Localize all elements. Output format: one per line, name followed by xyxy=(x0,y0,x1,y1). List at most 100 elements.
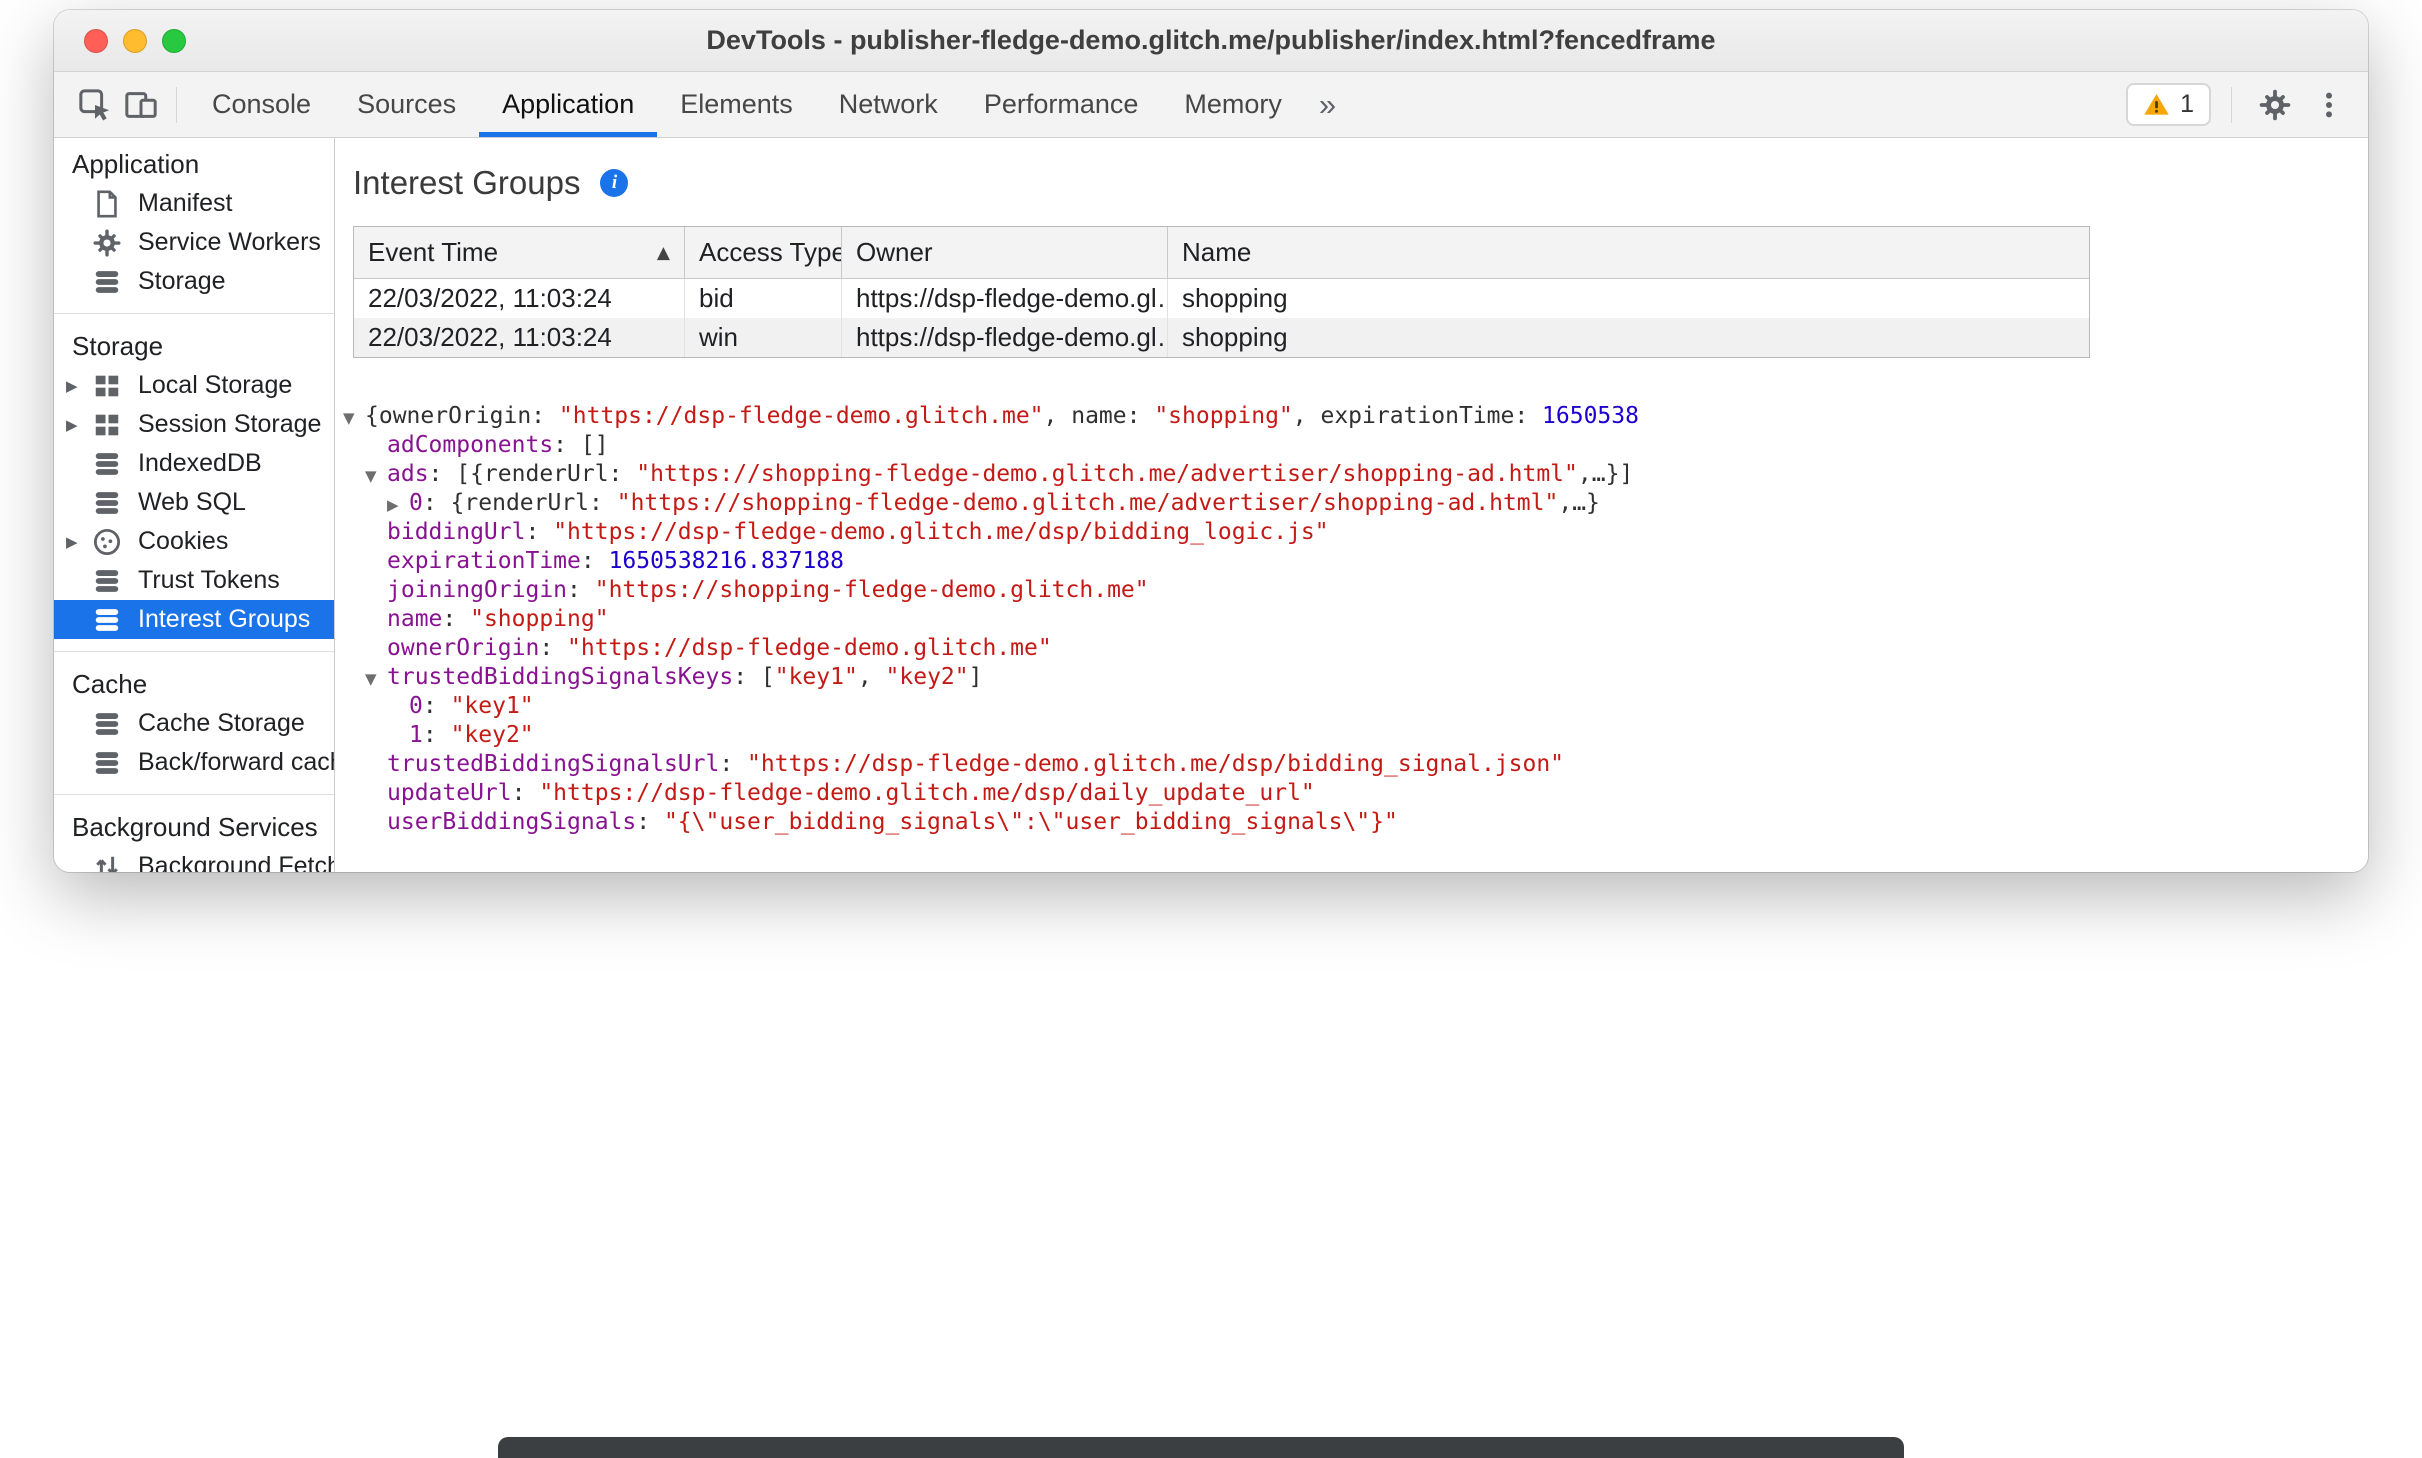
column-header-owner[interactable]: Owner xyxy=(842,227,1168,279)
database-icon xyxy=(92,605,122,635)
database-icon xyxy=(92,709,122,739)
tree-segment-plain: : [{renderUrl: xyxy=(428,461,637,487)
sidebar-item-interest-groups[interactable]: Interest Groups xyxy=(54,600,334,639)
table-row[interactable]: 22/03/2022, 11:03:24 bid https://dsp-fledg… xyxy=(354,279,2089,318)
zoom-button[interactable] xyxy=(162,28,186,53)
settings-button[interactable] xyxy=(2252,82,2298,128)
sidebar-item-cache-storage[interactable]: Cache Storage xyxy=(54,704,334,743)
tab-performance[interactable]: Performance xyxy=(961,72,1162,137)
column-header-label: Event Time xyxy=(368,237,499,267)
tree-line: trustedBiddingSignalsUrl: "https://dsp-f… xyxy=(343,750,2368,779)
database-icon xyxy=(92,488,122,518)
toolbar-separator xyxy=(176,86,177,123)
tree-segment-plain: ,…} xyxy=(1558,490,1600,516)
column-header-name[interactable]: Name xyxy=(1168,227,2089,279)
sidebar-item-background-fetch[interactable]: Background Fetch xyxy=(54,847,334,872)
sidebar-item-web-sql[interactable]: Web SQL xyxy=(54,483,334,522)
toolbar-separator xyxy=(2231,86,2232,123)
tree-segment-key: ads xyxy=(387,461,429,487)
tree-segment-string: "{\"user_bidding_signals\":\"user_biddin… xyxy=(663,809,1398,835)
tree-segment-plain: : xyxy=(719,751,748,777)
tab-network[interactable]: Network xyxy=(816,72,961,137)
tree-segment-plain: : [ xyxy=(733,664,775,690)
panel-tabs: Console Sources Application Elements Network… xyxy=(189,72,1305,137)
tab-elements[interactable]: Elements xyxy=(657,72,816,137)
devtools-content: Application Manifest Service Workers Storag… xyxy=(54,138,2368,872)
cookie-icon xyxy=(92,527,122,557)
sidebar-item-local-storage[interactable]: ▶ Local Storage xyxy=(54,366,334,405)
column-header-event-time[interactable]: Event Time ▲ xyxy=(354,227,685,279)
database-icon xyxy=(92,748,122,778)
sidebar-item-storage[interactable]: Storage xyxy=(54,262,334,301)
sidebar-item-indexeddb[interactable]: IndexedDB xyxy=(54,444,334,483)
tree-line: 0: "key1" xyxy=(343,692,2368,721)
tree-segment-plain: : xyxy=(539,635,568,661)
sidebar-section-storage: Storage ▶ Local Storage ▶ Session Storage Ind… xyxy=(54,314,334,652)
inspect-element-button[interactable] xyxy=(72,82,118,128)
table-row[interactable]: 22/03/2022, 11:03:24 win https://dsp-fledg… xyxy=(354,318,2089,357)
expand-arrow-icon[interactable]: ▶ xyxy=(66,533,92,551)
device-toolbar-button[interactable] xyxy=(118,82,164,128)
sidebar-section-title: Cache xyxy=(72,669,148,699)
sidebar-section-title: Background Services xyxy=(72,812,318,842)
interest-groups-table: Event Time ▲ Access Type Owner Name 22/03/202… xyxy=(353,226,2090,358)
sidebar-item-manifest[interactable]: Manifest xyxy=(54,184,334,223)
tree-segment-plain: ,…}] xyxy=(1577,461,1634,487)
issues-badge[interactable]: 1 xyxy=(2126,83,2211,126)
interest-group-details-tree: ▼ {ownerOrigin: "https://dsp-fledge-demo.… xyxy=(343,402,2368,837)
database-icon xyxy=(92,566,122,596)
cell-owner: https://dsp-fledge-demo.gl… xyxy=(842,279,1168,318)
info-icon[interactable]: i xyxy=(600,169,629,197)
close-button[interactable] xyxy=(84,28,108,53)
tab-memory[interactable]: Memory xyxy=(1161,72,1305,137)
sidebar-item-session-storage[interactable]: ▶ Session Storage xyxy=(54,405,334,444)
more-options-button[interactable] xyxy=(2306,82,2352,128)
tab-console[interactable]: Console xyxy=(189,72,334,137)
cell-access-type: bid xyxy=(685,279,842,318)
sidebar-item-service-workers[interactable]: Service Workers xyxy=(54,223,334,262)
sidebar-item-cookies[interactable]: ▶ Cookies xyxy=(54,522,334,561)
tree-segment-key: 1 xyxy=(409,722,423,748)
tree-segment-plain: : xyxy=(422,722,451,748)
expand-arrow-icon[interactable]: ▶ xyxy=(66,377,92,395)
inspect-cursor-icon xyxy=(79,88,110,120)
table-icon xyxy=(92,410,122,440)
column-header-access-type[interactable]: Access Type xyxy=(685,227,842,279)
page-title: Interest Groups xyxy=(353,164,581,201)
tree-segment-string: "https://dsp-fledge-demo.glitch.me" xyxy=(558,403,1044,429)
tree-segment-string: "key1" xyxy=(774,664,858,690)
gear-icon xyxy=(92,228,122,258)
tree-segment-string: "key2" xyxy=(450,722,534,748)
tree-segment-key: updateUrl xyxy=(387,780,512,806)
window-title: DevTools - publisher-fledge-demo.glitch.… xyxy=(706,25,1716,55)
more-tabs-button[interactable]: » xyxy=(1305,87,1350,123)
sidebar-section-title: Storage xyxy=(72,331,164,361)
tree-segment-key: joiningOrigin xyxy=(387,577,568,603)
tree-line: 1: "key2" xyxy=(343,721,2368,750)
sidebar-item-trust-tokens[interactable]: Trust Tokens xyxy=(54,561,334,600)
sidebar-item-label: Cookies xyxy=(138,527,229,555)
tree-line[interactable]: ▼ ads: [{renderUrl: "https://shopping-fle… xyxy=(343,460,2368,489)
tree-right-arrow-icon[interactable]: ▶ xyxy=(387,491,409,520)
tree-down-arrow-icon[interactable]: ▼ xyxy=(365,665,387,694)
devtools-window: DevTools - publisher-fledge-demo.glitch.… xyxy=(54,10,2368,872)
tree-segment-plain: : xyxy=(580,548,609,574)
database-icon xyxy=(92,449,122,479)
expand-arrow-icon[interactable]: ▶ xyxy=(66,416,92,434)
sidebar-item-back-forward-cach[interactable]: Back/forward cach xyxy=(54,743,334,782)
minimize-button[interactable] xyxy=(123,28,147,53)
tree-down-arrow-icon[interactable]: ▼ xyxy=(343,404,365,433)
tree-down-arrow-icon[interactable]: ▼ xyxy=(365,462,387,491)
tree-line[interactable]: ▶ 0: {renderUrl: "https://shopping-fledge… xyxy=(343,489,2368,518)
tab-sources[interactable]: Sources xyxy=(334,72,479,137)
file-icon xyxy=(92,189,122,219)
table-header-row: Event Time ▲ Access Type Owner Name xyxy=(354,227,2089,279)
tree-line[interactable]: ▼ {ownerOrigin: "https://dsp-fledge-demo.… xyxy=(343,402,2368,431)
tab-application[interactable]: Application xyxy=(479,72,657,137)
tree-line: updateUrl: "https://dsp-fledge-demo.glit… xyxy=(343,779,2368,808)
tree-segment-plain: {ownerOrigin: xyxy=(365,403,559,429)
tree-line[interactable]: ▼ trustedBiddingSignalsKeys: ["key1", "ke… xyxy=(343,663,2368,692)
tree-segment-plain: : xyxy=(567,577,595,603)
sort-ascending-icon: ▲ xyxy=(656,242,670,263)
database-icon xyxy=(92,267,122,297)
